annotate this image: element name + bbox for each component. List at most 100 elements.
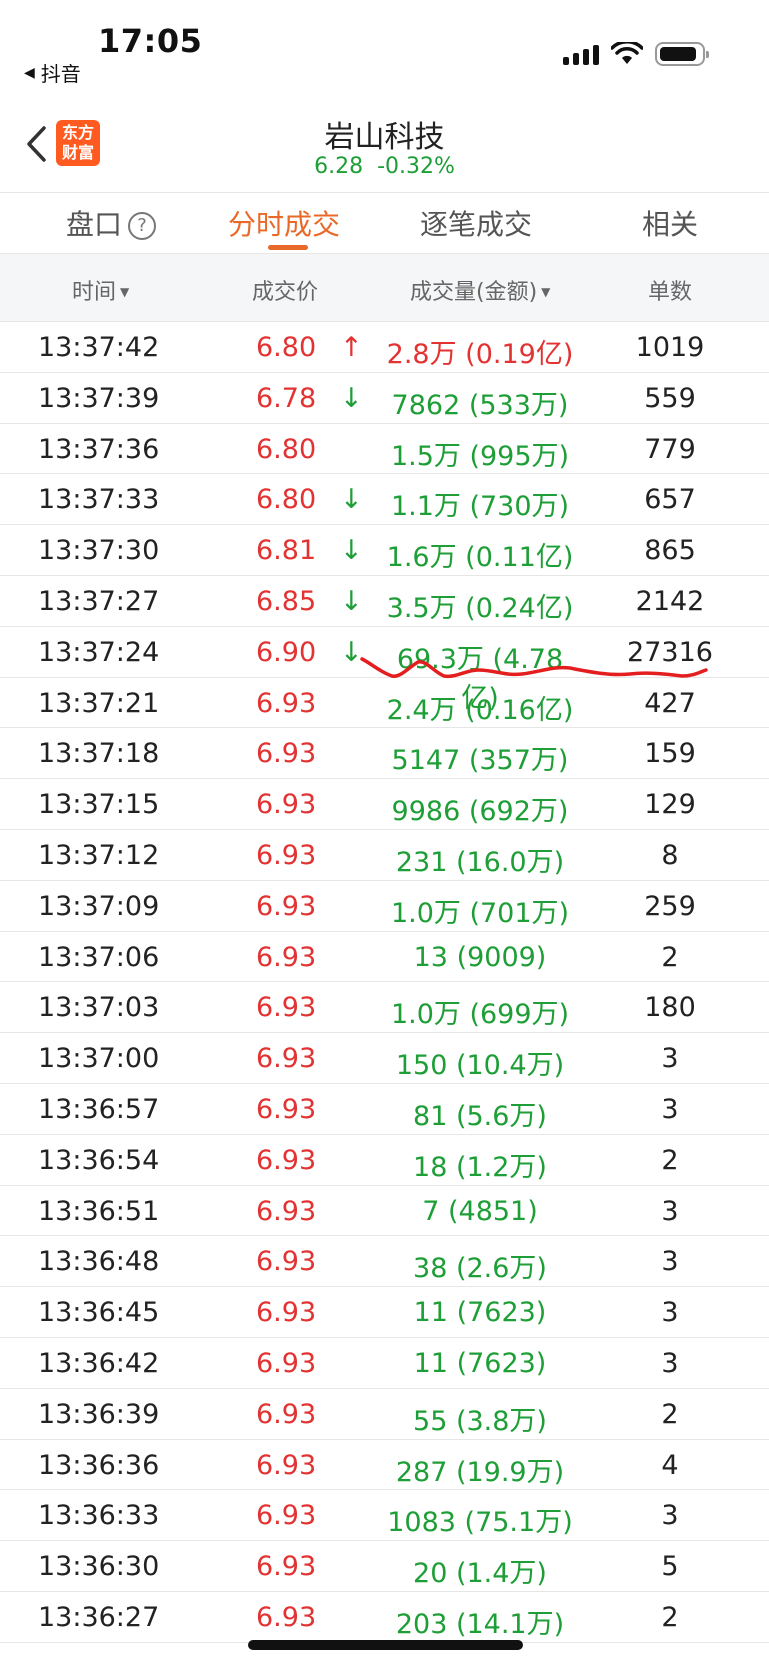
trade-volume: 1.1万 (730万) [390,491,570,523]
table-row[interactable]: 13:37:00 6.93 150 (10.4万) 3 [0,1033,769,1084]
trade-volume: 38 (2.6万) [413,1253,547,1285]
table-row[interactable]: 13:37:39 6.78 ↓ 7862 (533万) 559 [0,373,769,424]
col-time-label: 时间 [72,280,117,305]
trade-volume: 2.8万 (0.19亿) [386,339,574,370]
table-row[interactable]: 13:36:57 6.93 81 (5.6万) 3 [0,1084,769,1135]
trade-volume: 3.5万 (0.24亿) [386,592,574,624]
table-row[interactable]: 13:36:27 6.93 203 (14.1万) 2 [0,1592,769,1643]
trades-table[interactable]: 13:37:42 6.80 ↑ 2.8万 (0.19亿) 1019 13:37:39 6.7… [0,322,769,1643]
trade-price: 6.93 [256,1195,317,1227]
trade-volume: 1.0万 (701万) [390,897,570,929]
col-time-sort[interactable]: 时间 ▼ [72,274,129,306]
table-header: 时间 ▼ 成交价 成交量(金额) ▼ 单数 [0,254,769,322]
trade-price: 6.93 [256,1297,317,1329]
trade-count: 2 [661,1144,679,1176]
trade-count: 129 [644,789,696,821]
trade-price: 6.93 [256,992,317,1024]
trade-time: 13:36:48 [38,1246,160,1278]
col-volume-sort[interactable]: 成交量(金额) ▼ [410,274,550,306]
trade-time: 13:37:09 [38,890,160,922]
table-row[interactable]: 13:36:42 6.93 11 (7623) 3 [0,1338,769,1389]
trade-count: 5 [661,1551,679,1583]
trade-time: 13:36:57 [38,1093,160,1125]
trade-price: 6.93 [256,941,317,973]
table-row[interactable]: 13:37:12 6.93 231 (16.0万) 8 [0,830,769,881]
trade-count: 779 [644,433,696,465]
table-row[interactable]: 13:37:15 6.93 9986 (692万) 129 [0,779,769,830]
trade-price: 6.93 [256,687,317,719]
trade-count: 4 [661,1449,679,1481]
arrow-down-icon: ↓ [340,484,363,516]
trade-time: 13:37:00 [38,1043,160,1075]
trade-price: 6.85 [256,585,317,617]
table-row[interactable]: 13:37:30 6.81 ↓ 1.6万 (0.11亿) 865 [0,525,769,576]
trade-count: 2142 [635,585,705,617]
trade-count: 657 [644,484,696,516]
table-row[interactable]: 13:36:30 6.93 20 (1.4万) 5 [0,1541,769,1592]
trade-time: 13:36:45 [38,1297,160,1329]
trade-count: 259 [644,890,696,922]
tab-pankou[interactable]: 盘口? [66,203,157,243]
sort-down-icon: ▼ [541,285,551,299]
wifi-icon [611,42,643,64]
tab-fenshi-trades[interactable]: 分时成交 [228,203,340,243]
table-row[interactable]: 13:37:33 6.80 ↓ 1.1万 (730万) 657 [0,474,769,526]
table-row[interactable]: 13:36:36 6.93 287 (19.9万) 4 [0,1440,769,1491]
trade-count: 865 [644,535,696,567]
arrow-up-icon: ↑ [340,332,363,363]
trade-count: 1019 [635,332,705,363]
table-row[interactable]: 13:36:51 6.93 7 (4851) 3 [0,1186,769,1237]
table-row[interactable]: 13:37:42 6.80 ↑ 2.8万 (0.19亿) 1019 [0,322,769,373]
table-row[interactable]: 13:36:48 6.93 38 (2.6万) 3 [0,1236,769,1288]
trade-count: 3 [661,1500,679,1532]
trade-price: 6.93 [256,1398,317,1430]
trade-count: 2 [661,1398,679,1430]
trade-volume: 13 (9009) [413,941,547,973]
home-indicator [248,1640,523,1650]
trade-volume: 231 (16.0万) [395,846,565,878]
trade-price: 6.90 [256,636,317,668]
sort-down-icon: ▼ [120,285,130,299]
table-row[interactable]: 13:36:45 6.93 11 (7623) 3 [0,1287,769,1338]
trade-price: 6.93 [256,1144,317,1176]
trade-count: 2 [661,1601,679,1633]
trade-volume: 20 (1.4万) [413,1558,547,1590]
trade-time: 13:36:36 [38,1449,160,1481]
trade-time: 13:37:42 [38,332,160,363]
tab-related[interactable]: 相关 [642,203,698,243]
trade-time: 13:36:30 [38,1551,160,1583]
back-to-app-link[interactable]: ◀ 抖音 [24,58,81,87]
help-icon[interactable]: ? [128,212,157,240]
trade-price: 6.93 [256,1449,317,1481]
trade-volume: 81 (5.6万) [413,1100,547,1132]
status-clock: 17:05 [98,22,203,60]
trade-time: 13:37:18 [38,738,160,770]
table-row[interactable]: 13:37:21 6.93 2.4万 (0.16亿) 427 [0,678,769,729]
table-row[interactable]: 13:36:33 6.93 1083 (75.1万) 3 [0,1490,769,1542]
arrow-down-icon: ↓ [340,585,363,617]
table-row[interactable]: 13:36:54 6.93 18 (1.2万) 2 [0,1135,769,1186]
table-row[interactable]: 13:37:09 6.93 1.0万 (701万) 259 [0,881,769,932]
trade-price: 6.93 [256,1500,317,1532]
trade-price: 6.93 [256,1601,317,1633]
stock-quote: 6.28 -0.32% [0,154,769,179]
table-row[interactable]: 13:37:18 6.93 5147 (357万) 159 [0,728,769,780]
table-row[interactable]: 13:37:27 6.85 ↓ 3.5万 (0.24亿) 2142 [0,576,769,627]
table-row[interactable]: 13:37:03 6.93 1.0万 (699万) 180 [0,982,769,1034]
tab-tick-trades[interactable]: 逐笔成交 [420,203,532,243]
trade-count: 2 [661,941,679,973]
trade-volume: 1.0万 (699万) [390,999,570,1031]
trade-count: 3 [661,1043,679,1075]
col-volume-label: 成交量(金额) [410,280,538,305]
back-triangle-icon: ◀ [24,64,35,81]
trade-count: 3 [661,1093,679,1125]
trade-count: 8 [661,839,679,871]
trade-volume: 55 (3.8万) [413,1405,547,1437]
table-row[interactable]: 13:37:24 6.90 ↓ 69.3万 (4.78亿) 27316 [0,627,769,714]
table-row[interactable]: 13:37:36 6.80 1.5万 (995万) 779 [0,424,769,475]
trade-price: 6.93 [256,738,317,770]
table-row[interactable]: 13:37:06 6.93 13 (9009) 2 [0,932,769,983]
table-row[interactable]: 13:36:39 6.93 55 (3.8万) 2 [0,1389,769,1440]
trade-volume: 18 (1.2万) [413,1151,547,1183]
trade-volume: 11 (7623) [413,1297,547,1329]
